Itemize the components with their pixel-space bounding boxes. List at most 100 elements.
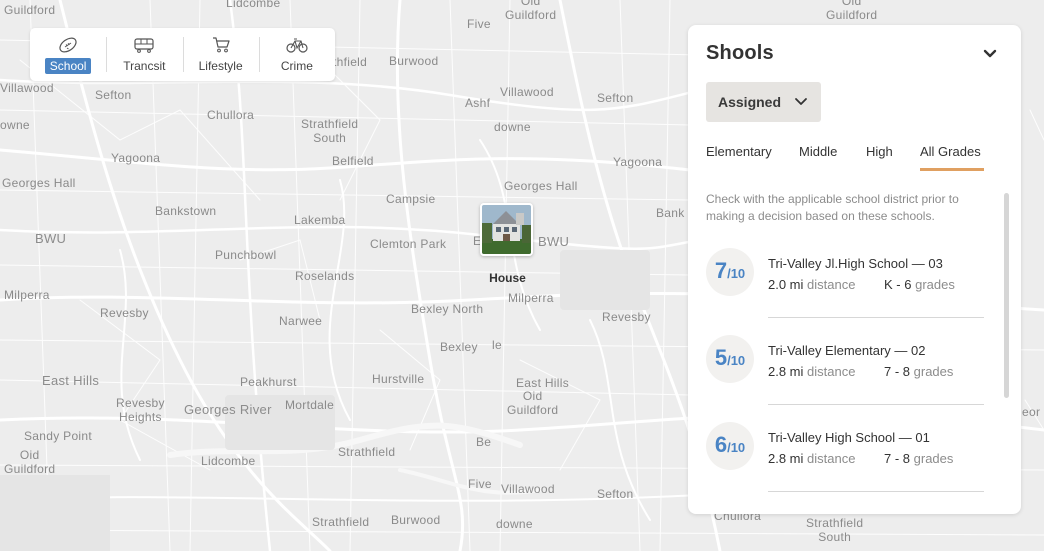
toolbar-school-button[interactable]: School — [30, 28, 106, 81]
house-marker[interactable]: House — [480, 203, 535, 293]
map-label: Campsie — [386, 192, 436, 206]
map-label: Belfield — [332, 154, 374, 168]
distance-unit: distance — [807, 364, 856, 379]
map-label: Five — [468, 477, 492, 491]
map-label: Strathfield South — [301, 117, 359, 145]
map-label: Revesby — [100, 306, 149, 320]
grades-unit: grades — [913, 451, 954, 466]
map-label: Revesby — [602, 310, 651, 324]
map-label: Sefton — [597, 487, 634, 501]
toolbar-lifestyle-label: Lifestyle — [198, 59, 243, 73]
rating-denominator: /10 — [727, 353, 746, 368]
map-label: Punchbowl — [215, 248, 277, 262]
map-label: Guildford — [4, 3, 56, 17]
panel-title: Shools — [706, 42, 774, 64]
rating-denominator: /10 — [727, 266, 746, 281]
map-label: Oid Guildford — [4, 448, 56, 476]
chevron-down-icon — [795, 98, 807, 105]
map-label: Be — [476, 435, 492, 449]
map-label: downe — [494, 120, 531, 134]
map-label: Roselands — [295, 269, 355, 283]
map-label: Oid Guildford — [826, 0, 878, 22]
grades-value: 7 - 8 — [884, 364, 911, 379]
map-label: Bexley — [440, 340, 478, 354]
map-label: BWU — [538, 234, 570, 249]
grades-unit: grades — [913, 364, 954, 379]
map-label: Milperra — [508, 291, 554, 305]
map-label: Chullora — [207, 108, 255, 122]
scrollbar[interactable] — [1004, 193, 1010, 513]
grades-unit: grades — [915, 277, 955, 292]
map-label: Georges Hall — [504, 179, 578, 193]
map-label: Bexley North — [411, 302, 484, 316]
distance-value: 2.8 mi — [768, 451, 804, 466]
tab-all-grades[interactable]: All Grades — [920, 144, 984, 171]
rating-badge: 7/10 — [706, 248, 754, 296]
collapse-button[interactable] — [980, 43, 1000, 63]
toolbar-transit-label: Trancsit — [123, 59, 166, 73]
map-label: le — [492, 338, 502, 352]
map-label: Strathfield South — [806, 516, 864, 544]
bicycle-icon — [286, 38, 308, 53]
disclaimer-text: Check with the applicable school distric… — [706, 192, 959, 223]
distance-unit: distance — [807, 451, 856, 466]
map-label: downe — [496, 517, 533, 531]
school-row[interactable]: 7/10 Tri-Valley Jl.High School — 03 2.0 … — [706, 248, 986, 335]
toolbar-crime-label: Crime — [280, 59, 313, 73]
divider — [768, 491, 984, 492]
tab-middle[interactable]: Middle — [799, 144, 837, 171]
toolbar-school-label: School — [44, 58, 92, 74]
toolbar-transit-button[interactable]: Trancsit — [106, 28, 182, 81]
tab-high[interactable]: High — [866, 144, 893, 171]
map-label: Villawood — [500, 85, 554, 99]
map-label: BWU — [35, 231, 67, 246]
map-label: Narwee — [279, 314, 323, 328]
map-label: eor — [1022, 405, 1041, 419]
tab-elementary[interactable]: Elementary — [706, 144, 772, 171]
divider — [768, 317, 984, 318]
map-label: Bank — [656, 206, 685, 220]
map-label: Oid Guildford — [505, 0, 557, 22]
grades-value: 7 - 8 — [884, 451, 911, 466]
map-label: Mortdale — [285, 398, 335, 412]
school-row[interactable]: 5/10 Tri-Valley Elementary — 02 2.8 mi d… — [706, 335, 986, 422]
rating-denominator: /10 — [727, 440, 746, 455]
house-label: House — [489, 271, 526, 285]
school-row[interactable]: 6/10 Tri-Valley High School — 01 2.8 mi … — [706, 422, 986, 509]
school-grades: 7 - 8 grades — [884, 451, 953, 466]
map-label: Five — [467, 17, 491, 31]
map-label: Sefton — [597, 91, 634, 105]
scrollbar-thumb[interactable] — [1004, 193, 1009, 398]
toolbar-crime-button[interactable]: Crime — [258, 28, 335, 81]
school-name: Tri-Valley Elementary — 02 — [768, 343, 926, 358]
map-label: owne — [0, 118, 30, 132]
school-distance: 2.0 mi distance — [768, 277, 855, 292]
distance-unit: distance — [807, 277, 856, 292]
map-label: Villawood — [0, 81, 54, 95]
map-label: Hurstville — [372, 372, 425, 386]
map-label: Burwood — [391, 513, 441, 527]
school-name: Tri-Valley Jl.High School — 03 — [768, 256, 943, 271]
rating-badge: 6/10 — [706, 422, 754, 470]
toolbar-lifestyle-button[interactable]: Lifestyle — [182, 28, 259, 81]
map-label: Strathfield — [338, 445, 396, 459]
house-photo — [480, 203, 533, 256]
map-label: Oid Guildford — [507, 389, 559, 417]
school-distance: 2.8 mi distance — [768, 364, 855, 379]
assigned-dropdown-value: Assigned — [718, 94, 782, 110]
map-label: Burwood — [389, 54, 439, 68]
map-label: Villawood — [501, 482, 555, 496]
map-label: Ashf — [465, 96, 491, 110]
map-label: Yagoona — [613, 155, 663, 169]
schools-panel: Shools Assigned Elementary Middle High A… — [688, 25, 1021, 514]
tram-icon — [134, 38, 154, 53]
map-label: Bankstown — [155, 204, 217, 218]
category-toolbar: School Trancsit Lifestyle Crime — [30, 28, 335, 81]
map-label: Clemton Park — [370, 237, 447, 251]
schools-list[interactable]: Check with the applicable school distric… — [688, 185, 1021, 514]
map-label: Yagoona — [111, 151, 161, 165]
grade-tabs: Elementary Middle High All Grades — [706, 144, 986, 172]
map-label: Milperra — [4, 288, 50, 302]
rating-badge: 5/10 — [706, 335, 754, 383]
assigned-dropdown[interactable]: Assigned — [706, 82, 821, 122]
